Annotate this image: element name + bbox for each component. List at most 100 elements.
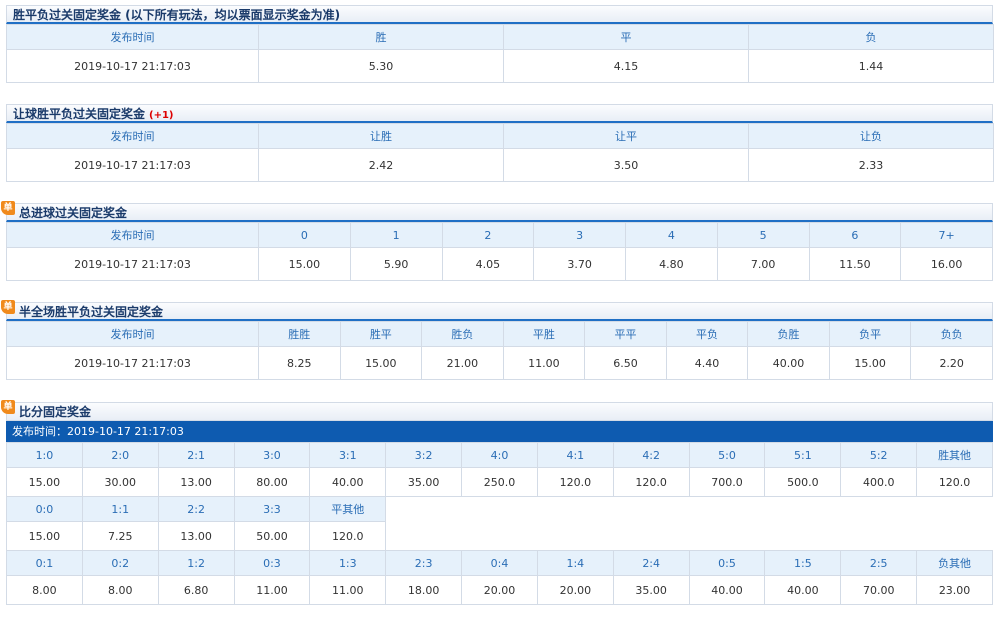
- half-full-head: 胜平: [339, 321, 423, 347]
- score-loss-head-row: 0:1 0:2 1:2 0:3 1:3 2:3 0:4 1:4 2:4 0:5 …: [6, 550, 993, 576]
- wdl-head-loss: 负: [748, 24, 994, 50]
- wdl-table: 发布时间 胜 平 负 2019-10-17 21:17:03 5.30 4.15…: [6, 24, 994, 83]
- total-goals-odds: 4.05: [441, 247, 535, 281]
- score-odds: 70.00: [840, 575, 918, 605]
- half-full-title-text: 半全场胜平负过关固定奖金: [19, 305, 164, 319]
- score-draw-val-row: 15.00 7.25 13.00 50.00 120.0: [6, 521, 993, 551]
- half-full-odds: 2.20: [910, 346, 993, 380]
- half-full-head: 平胜: [502, 321, 586, 347]
- score-odds: 30.00: [81, 467, 159, 497]
- total-goals-section: 单总进球过关固定奖金 发布时间 0 1 2 3 4 5 6 7+ 2019-10…: [1, 201, 993, 281]
- half-full-odds: 21.00: [421, 346, 504, 380]
- handicap-table: 发布时间 让胜 让平 让负 2019-10-17 21:17:03 2.42 3…: [6, 123, 994, 182]
- score-head: 4:2: [612, 442, 690, 468]
- half-full-head: 负胜: [747, 321, 830, 347]
- score-odds: 400.0: [840, 467, 918, 497]
- wdl-head-time: 发布时间: [6, 24, 259, 50]
- handicap-odds-win: 2.42: [258, 148, 504, 182]
- score-head: 2:5: [840, 550, 918, 576]
- total-goals-head: 0: [258, 222, 351, 248]
- total-goals-odds: 15.00: [258, 247, 351, 281]
- score-odds: 11.00: [233, 575, 311, 605]
- half-full-title: 单半全场胜平负过关固定奖金: [1, 300, 993, 321]
- score-head: 4:0: [461, 442, 538, 468]
- single-badge-icon: 单: [1, 400, 15, 414]
- score-odds: 50.00: [233, 521, 311, 551]
- half-full-head: 平平: [584, 321, 667, 347]
- total-goals-odds: 3.70: [533, 247, 626, 281]
- wdl-title: 胜平负过关固定奖金 (以下所有玩法，均以票面显示奖金为准): [6, 5, 993, 24]
- total-goals-table: 发布时间 0 1 2 3 4 5 6 7+ 2019-10-17 21:17:0…: [6, 222, 993, 281]
- half-full-odds: 6.50: [584, 346, 667, 380]
- handicap-line: (+1): [149, 110, 174, 121]
- wdl-odds-win: 5.30: [258, 49, 504, 83]
- score-odds: 35.00: [612, 575, 690, 605]
- half-full-table: 发布时间 胜胜 胜平 胜负 平胜 平平 平负 负胜 负平 负负 2019-10-…: [6, 321, 993, 380]
- score-head: 1:2: [157, 550, 235, 576]
- score-odds: 18.00: [385, 575, 463, 605]
- score-odds: 7.25: [81, 521, 159, 551]
- score-odds: 120.0: [916, 467, 993, 497]
- score-head: 5:0: [688, 442, 766, 468]
- handicap-odds-loss: 2.33: [748, 148, 994, 182]
- half-full-odds: 40.00: [747, 346, 830, 380]
- score-odds: 15.00: [6, 467, 83, 497]
- score-odds: 500.0: [764, 467, 842, 497]
- total-goals-time: 2019-10-17 21:17:03: [6, 247, 259, 281]
- half-full-head: 负负: [910, 321, 993, 347]
- score-odds: 40.00: [688, 575, 766, 605]
- score-publish-time: 发布时间：2019-10-17 21:17:03: [6, 421, 993, 442]
- score-section: 单比分固定奖金 发布时间：2019-10-17 21:17:03 1:0 2:0…: [1, 400, 993, 605]
- handicap-head-loss: 让负: [748, 123, 994, 149]
- handicap-title-text: 让球胜平负过关固定奖金: [13, 107, 146, 121]
- total-goals-head: 7+: [900, 222, 993, 248]
- total-goals-title: 单总进球过关固定奖金: [1, 201, 993, 222]
- score-head: 2:2: [157, 496, 235, 522]
- score-odds: 11.00: [309, 575, 387, 605]
- score-odds: 700.0: [688, 467, 766, 497]
- handicap-odds-draw: 3.50: [503, 148, 749, 182]
- score-head: 0:5: [688, 550, 766, 576]
- total-goals-title-text: 总进球过关固定奖金: [19, 206, 128, 220]
- score-head: 5:1: [764, 442, 842, 468]
- score-head: 0:3: [233, 550, 311, 576]
- single-badge-icon: 单: [1, 300, 15, 314]
- score-odds: 120.0: [309, 521, 387, 551]
- score-title-text: 比分固定奖金: [19, 405, 92, 419]
- wdl-odds-draw: 4.15: [503, 49, 749, 83]
- score-head: 4:1: [536, 442, 614, 468]
- wdl-section: 胜平负过关固定奖金 (以下所有玩法，均以票面显示奖金为准) 发布时间 胜 平 负…: [6, 5, 994, 83]
- score-win-val-row: 15.00 30.00 13.00 80.00 40.00 35.00 250.…: [6, 467, 993, 497]
- score-head: 3:3: [233, 496, 311, 522]
- score-odds: 20.00: [536, 575, 614, 605]
- total-goals-head: 发布时间: [6, 222, 259, 248]
- half-full-odds: 8.25: [258, 346, 341, 380]
- score-head: 1:4: [536, 550, 614, 576]
- score-head: 胜其他: [916, 442, 993, 468]
- total-goals-odds: 5.90: [349, 247, 443, 281]
- score-head: 0:1: [6, 550, 83, 576]
- score-head: 0:0: [6, 496, 83, 522]
- wdl-head-win: 胜: [258, 24, 504, 50]
- score-odds: 120.0: [536, 467, 614, 497]
- half-full-head: 发布时间: [6, 321, 259, 347]
- total-goals-head: 4: [625, 222, 718, 248]
- score-head: 1:1: [81, 496, 159, 522]
- half-full-time: 2019-10-17 21:17:03: [6, 346, 259, 380]
- score-odds: 15.00: [6, 521, 83, 551]
- handicap-time: 2019-10-17 21:17:03: [6, 148, 259, 182]
- score-odds: 23.00: [916, 575, 993, 605]
- half-full-odds: 15.00: [828, 346, 912, 380]
- total-goals-head: 6: [808, 222, 902, 248]
- score-odds: 8.00: [6, 575, 83, 605]
- score-head: 1:0: [6, 442, 83, 468]
- score-odds: 40.00: [764, 575, 842, 605]
- wdl-title-text: 胜平负过关固定奖金 (以下所有玩法，均以票面显示奖金为准): [13, 8, 341, 22]
- score-head: 5:2: [840, 442, 918, 468]
- score-odds: 20.00: [461, 575, 538, 605]
- score-odds: 6.80: [157, 575, 235, 605]
- total-goals-head: 1: [349, 222, 443, 248]
- wdl-odds-loss: 1.44: [748, 49, 994, 83]
- total-goals-head: 3: [533, 222, 626, 248]
- score-head: 3:2: [385, 442, 463, 468]
